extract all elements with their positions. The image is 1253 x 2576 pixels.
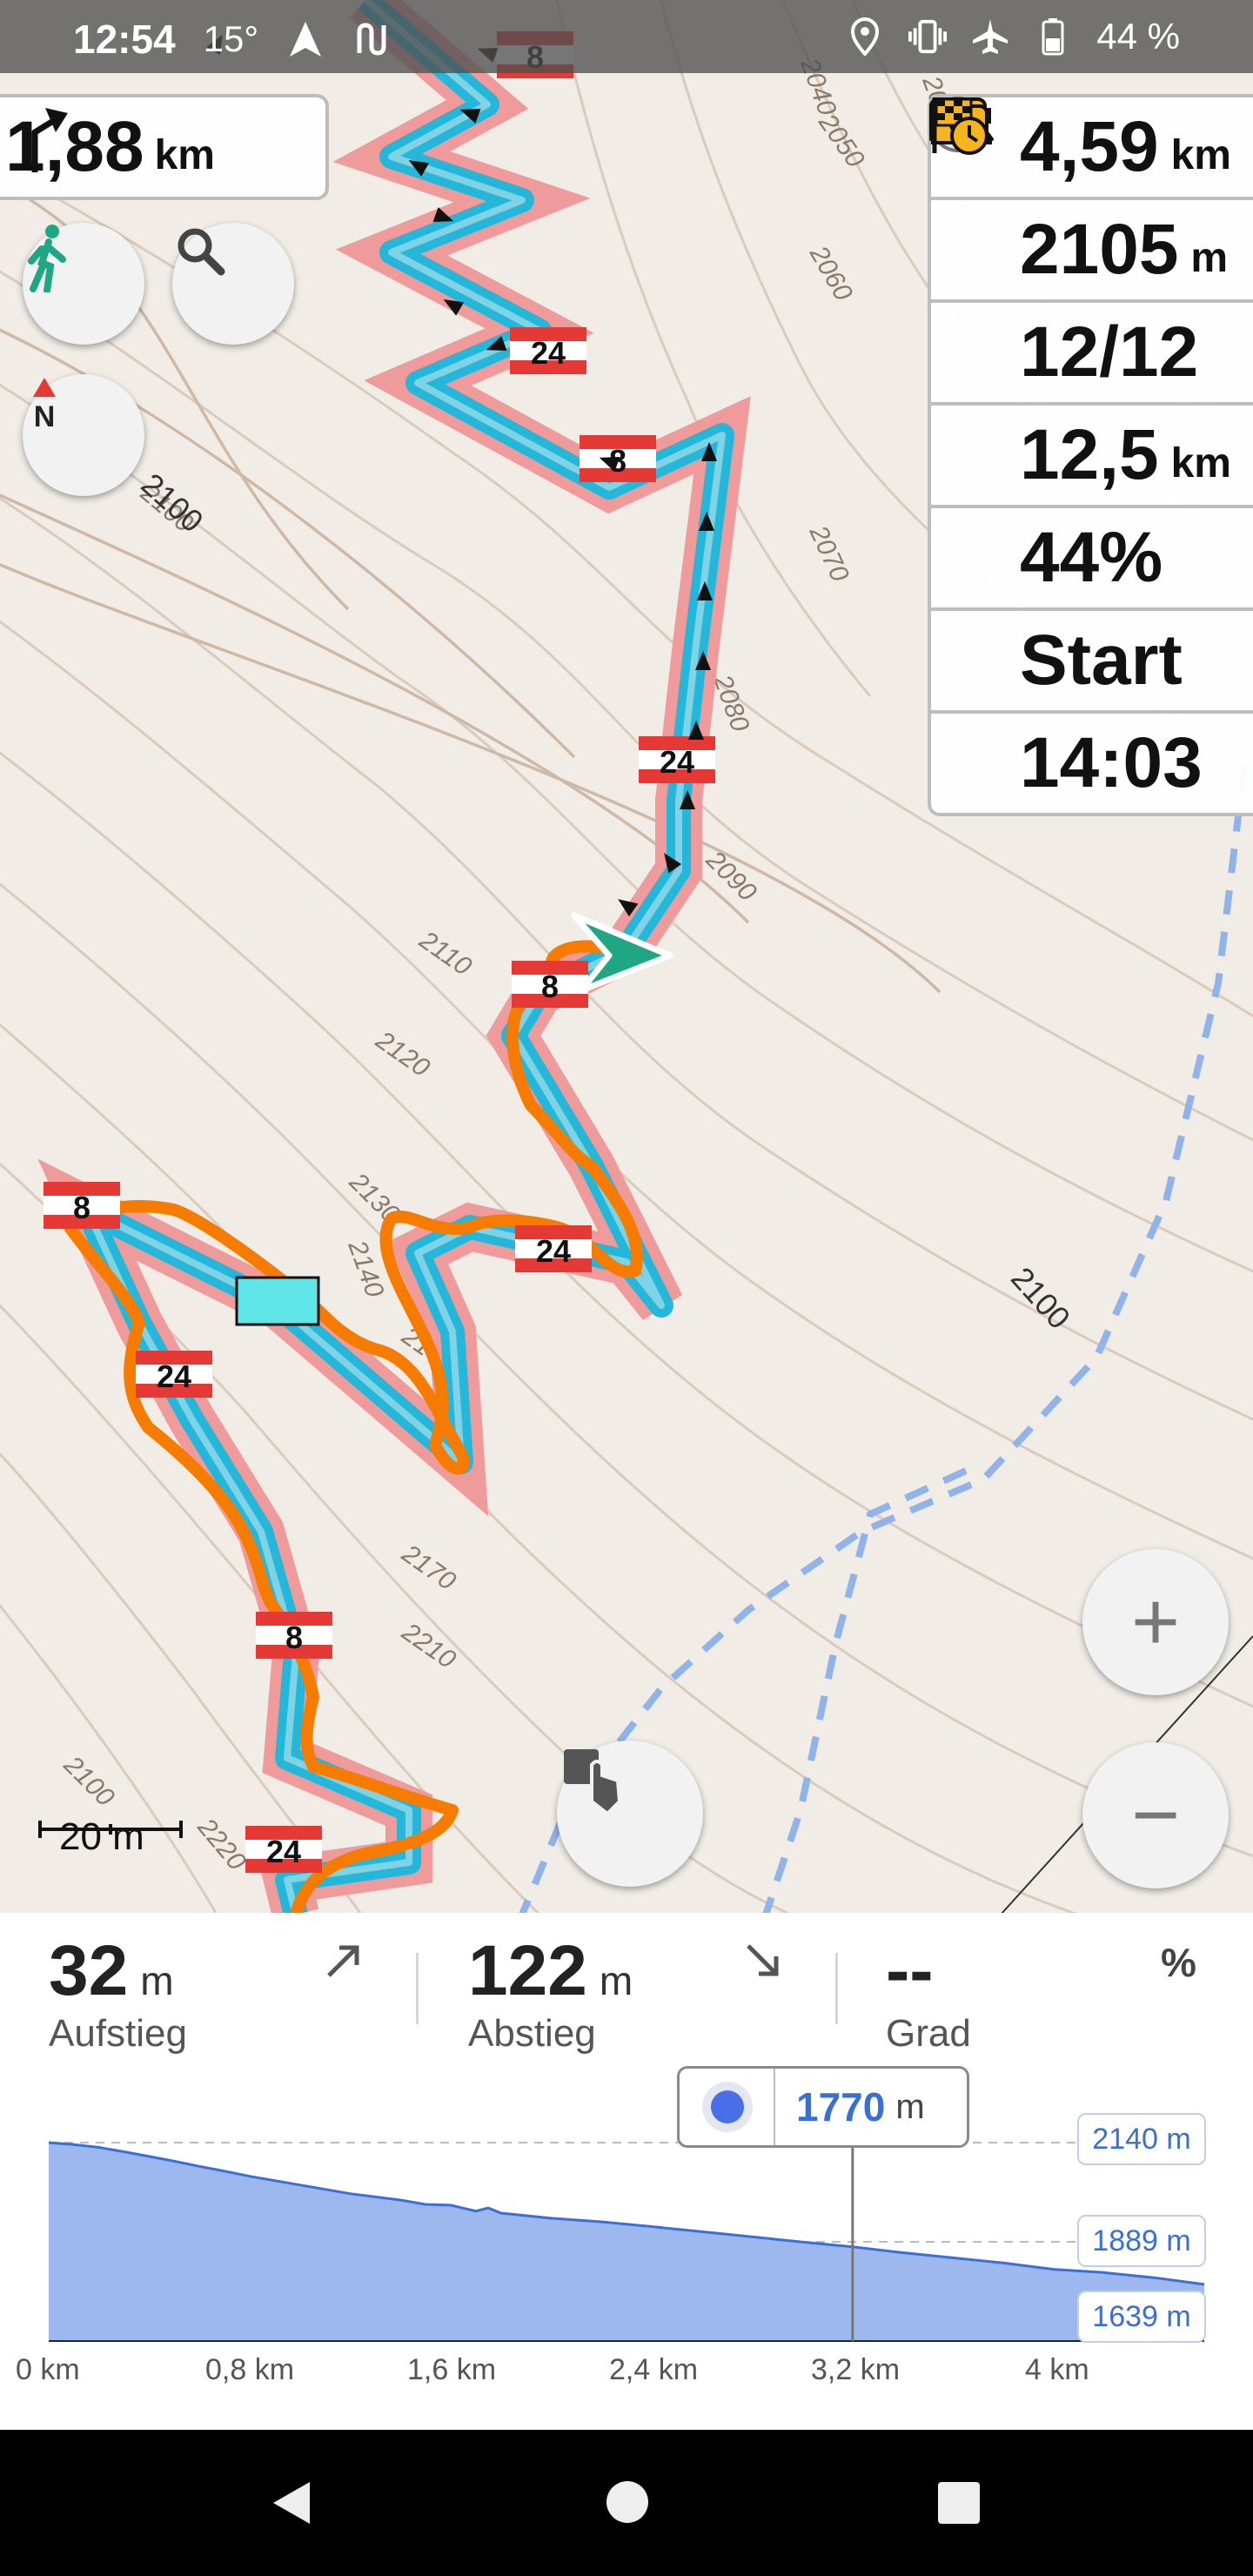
navigation-bar <box>0 2430 1253 2576</box>
pedestrian-icon <box>28 225 66 292</box>
widget-recording[interactable]: 12,5 km <box>928 97 1253 508</box>
widget-value: 44% <box>1020 518 1163 597</box>
zoom-in-button[interactable]: + <box>1082 1549 1229 1695</box>
x-tick-label: 3,2 km <box>811 2353 901 2386</box>
navigation-icon <box>286 20 325 58</box>
ascent-stat: 32 m Aufstieg <box>49 1930 187 2056</box>
zoom-in-label: + <box>1130 1575 1181 1668</box>
ascent-value: 32 <box>49 1931 129 2010</box>
route-icon <box>352 20 391 58</box>
x-tick-label: 0 km <box>16 2353 80 2386</box>
elevation-mid-label: 1889 m <box>1077 2215 1206 2267</box>
trail-marker: 24 <box>245 1826 322 1873</box>
x-tick-label: 0,8 km <box>205 2353 295 2386</box>
map-view[interactable]: 2040203020502060207020802090210021102120… <box>0 0 1253 1915</box>
battery-icon <box>1034 17 1072 56</box>
svg-text:24: 24 <box>266 1834 301 1869</box>
widget-value: 4,59 <box>1020 107 1159 186</box>
widget-unit: m <box>1190 234 1229 281</box>
back-icon[interactable] <box>266 2477 318 2529</box>
trail-marker: 8 <box>256 1612 332 1659</box>
svg-text:8: 8 <box>73 1190 90 1225</box>
trail-marker: 24 <box>136 1351 212 1398</box>
svg-text:N: N <box>34 400 56 433</box>
info-widgets-panel: 4,59 km 2105 m 12/12 12,5 km 44% Start 14:0… <box>928 94 1253 816</box>
x-tick-label: 4 km <box>1025 2353 1089 2386</box>
touch-hand-icon <box>564 1749 622 1816</box>
cursor-elevation-unit: m <box>895 2087 925 2126</box>
widget-unit: km <box>1170 439 1231 486</box>
airplane-icon <box>971 17 1009 56</box>
svg-text:24: 24 <box>157 1358 191 1394</box>
svg-text:24: 24 <box>531 335 566 371</box>
trail-marker: 8 <box>44 1182 120 1229</box>
widget-value: 2105 <box>1020 210 1179 289</box>
trail-marker: 24 <box>510 327 586 374</box>
ascent-label: Aufstieg <box>49 2012 187 2055</box>
next-turn-distance[interactable]: 1,88 km <box>0 94 329 200</box>
stat-divider <box>416 1953 419 2024</box>
descent-value: 122 <box>468 1931 587 2010</box>
zoom-out-button[interactable]: − <box>1082 1742 1229 1888</box>
search-button[interactable] <box>172 223 294 345</box>
cursor-marker-icon <box>711 2090 744 2123</box>
grade-value: -- <box>886 1931 934 2010</box>
widget-value: Start <box>1020 621 1183 700</box>
widget-value: 12,5 <box>1020 415 1159 494</box>
x-tick-label: 1,6 km <box>407 2353 497 2386</box>
grade-label: Grad <box>886 2012 971 2055</box>
svg-text:24: 24 <box>660 744 694 780</box>
svg-text:8: 8 <box>541 969 559 1004</box>
widget-value: 14:03 <box>1020 723 1203 802</box>
zoom-out-label: − <box>1130 1768 1181 1862</box>
descent-unit: m <box>599 1958 633 2003</box>
recents-icon[interactable] <box>936 2480 982 2526</box>
svg-text:24: 24 <box>536 1233 571 1269</box>
compass-button[interactable]: N <box>23 374 144 496</box>
vibrate-icon <box>908 17 948 56</box>
ascent-arrow-icon <box>327 1945 359 1977</box>
status-temperature: 15° <box>203 18 259 59</box>
widget-value: 12/12 <box>1020 312 1199 392</box>
elevation-area <box>49 2143 1204 2341</box>
home-icon[interactable] <box>604 2479 651 2526</box>
widget-altitude[interactable]: 2105 m <box>928 103 1253 303</box>
widget-gps[interactable]: 12/12 <box>928 98 1253 406</box>
scale-ruler <box>38 1821 183 1838</box>
elevation-min-label: 1639 m <box>1077 2291 1206 2343</box>
widget-battery[interactable]: 44% <box>928 97 1253 611</box>
grade-unit: % <box>1161 1940 1196 1985</box>
stat-divider <box>835 1953 838 2024</box>
trail-marker: 24 <box>515 1225 592 1272</box>
north-compass-icon: N <box>33 378 56 433</box>
map-interaction-button[interactable] <box>557 1741 703 1887</box>
elevation-cursor-tooltip: 1770 m <box>677 2066 969 2148</box>
descent-stat: 122 m Abstieg <box>468 1930 633 2056</box>
map-scale-bar: 20 m <box>37 1815 183 1859</box>
status-battery-percent: 44 % <box>1096 16 1180 57</box>
turn-right-arrow-icon <box>31 108 68 172</box>
status-time: 12:54 <box>73 17 176 62</box>
widget-photo[interactable]: Start <box>928 99 1253 714</box>
status-bar: 12:54 15° 44 % <box>0 0 1253 73</box>
trail-marker: 8 <box>512 961 588 1008</box>
widget-arrival-time[interactable]: 14:03 <box>928 97 1253 816</box>
ascent-unit: m <box>140 1958 174 2003</box>
cursor-elevation-value: 1770 <box>796 2084 886 2130</box>
trail-marker: 24 <box>639 736 715 783</box>
grade-stat: -- Grad <box>886 1930 971 2056</box>
elevation-max-label: 2140 m <box>1077 2113 1206 2165</box>
turn-distance-unit: km <box>154 131 215 178</box>
x-tick-label: 2,4 km <box>609 2353 699 2386</box>
descent-arrow-icon <box>747 1944 779 1976</box>
arrival-time-icon <box>932 97 988 155</box>
elevation-profile-chart[interactable] <box>0 2089 1253 2350</box>
descent-label: Abstieg <box>468 2012 596 2055</box>
location-icon <box>846 17 884 56</box>
widget-unit: km <box>1170 131 1231 178</box>
svg-text:8: 8 <box>285 1620 303 1655</box>
route-mode-button[interactable] <box>23 223 144 345</box>
search-icon <box>178 228 225 276</box>
